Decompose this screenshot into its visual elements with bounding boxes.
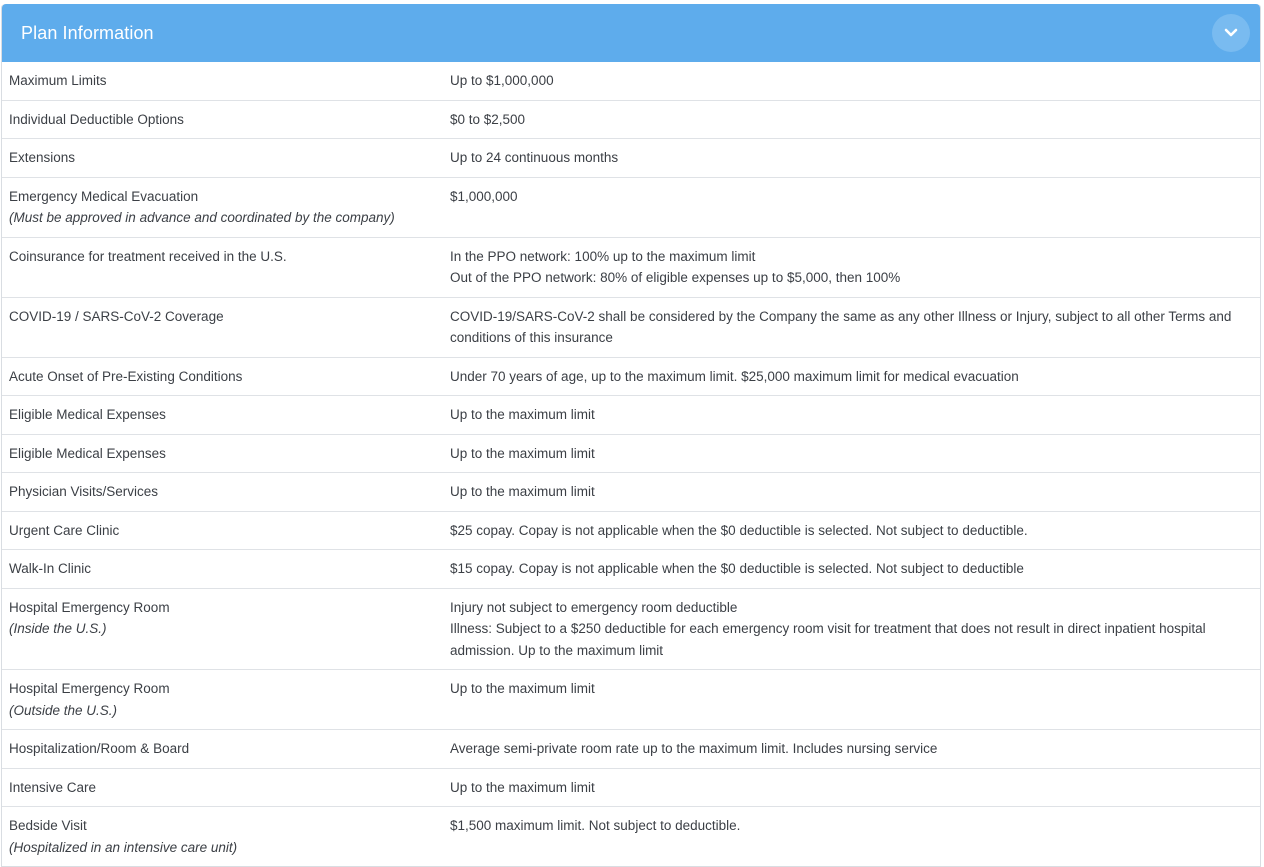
row-label: Hospital Emergency Room [9, 599, 170, 615]
panel-title: Plan Information [21, 22, 154, 43]
table-row: COVID-19 / SARS-CoV-2 Coverage COVID-19/S… [2, 298, 1260, 358]
row-label-cell: Acute Onset of Pre-Existing Conditions [2, 358, 443, 396]
panel-header[interactable]: Plan Information [2, 4, 1260, 62]
row-label: Intensive Care [9, 779, 97, 795]
row-label-note: (Must be approved in advance and coordin… [9, 210, 395, 225]
row-value-cell: In the PPO network: 100% up to the maxim… [443, 238, 1260, 297]
row-label: Physician Visits/Services [9, 484, 159, 499]
row-value: Injury not subject to emergency room ded… [450, 599, 738, 615]
row-value-cell: Injury not subject to emergency room ded… [443, 589, 1260, 670]
table-row: Eligible Medical Expenses Up to the maxim… [2, 435, 1260, 473]
row-label-cell: Intensive Care [2, 769, 443, 807]
table-row: Hospital Emergency Room (Inside the U.S.)… [2, 589, 1260, 670]
row-value-cell: $0 to $2,500 [443, 101, 1260, 139]
table-row: Acute Onset of Pre-Existing Conditions Un… [2, 358, 1260, 396]
row-label-cell: Individual Deductible Options [2, 101, 443, 139]
row-label: COVID-19 / SARS-CoV-2 Coverage [9, 308, 224, 324]
row-value: Up to the maximum limit [450, 445, 595, 461]
row-label: Individual Deductible Options [9, 111, 184, 127]
row-label-note: (Outside the U.S.) [9, 702, 118, 718]
table-row: Urgent Care Clinic $25 copay. Copay is no… [2, 512, 1260, 550]
row-value: Out of the PPO network: 80% of eligible … [450, 270, 901, 285]
table-row: Extensions Up to 24 continuous months [2, 139, 1260, 178]
table-row: Individual Deductible Options $0 to $2,50… [2, 101, 1260, 139]
collapse-toggle-button[interactable] [1212, 14, 1250, 52]
row-value-cell: $1,000,000 [443, 178, 1260, 237]
row-value: $1,500 maximum limit. Not subject to ded… [450, 818, 741, 833]
row-value: $1,000,000 [450, 188, 518, 204]
row-label-cell: Hospital Emergency Room (Inside the U.S.) [2, 589, 443, 670]
row-label-cell: Hospital Emergency Room (Outside the U.S.… [2, 670, 443, 729]
row-value-cell: $15 copay. Copay is not applicable when … [443, 550, 1260, 588]
table-row: Hospitalization/Room & Board Average semi… [2, 730, 1260, 769]
row-label: Coinsurance for treatment received in th… [9, 248, 287, 264]
row-label-cell: Walk-In Clinic [2, 550, 443, 588]
row-value-cell: $1,500 maximum limit. Not subject to ded… [443, 807, 1260, 866]
plan-information-panel: Plan Information Maximum Limits Up to $1,… [1, 4, 1261, 867]
table-row: Emergency Medical Evacuation (Must be app… [2, 178, 1260, 238]
row-value-cell: Up to the maximum limit [443, 435, 1260, 473]
row-label-cell: Urgent Care Clinic [2, 512, 443, 550]
row-label: Acute Onset of Pre-Existing Conditions [9, 368, 243, 384]
row-value: Up to the maximum limit [450, 407, 595, 422]
table-row: Eligible Medical Expenses Up to the maxim… [2, 396, 1260, 435]
row-label-cell: Coinsurance for treatment received in th… [2, 238, 443, 297]
row-label: Bedside Visit [9, 818, 87, 833]
row-value: $15 copay. Copay is not applicable when … [450, 561, 1024, 576]
row-label: Hospital Emergency Room [9, 681, 170, 696]
row-label: Walk-In Clinic [9, 561, 92, 576]
row-label-note: (Hospitalized in an intensive care unit) [9, 839, 238, 855]
row-value: In the PPO network: 100% up to the maxim… [450, 248, 756, 264]
table-row: Coinsurance for treatment received in th… [2, 238, 1260, 298]
row-value-cell: $25 copay. Copay is not applicable when … [443, 512, 1260, 550]
table-row: Intensive Care Up to the maximum limit [2, 769, 1260, 807]
table-row: Hospital Emergency Room (Outside the U.S.… [2, 670, 1260, 730]
row-value-cell: Up to 24 continuous months [443, 139, 1260, 177]
row-label: Eligible Medical Expenses [9, 445, 166, 461]
row-value: Up to the maximum limit [450, 681, 595, 696]
row-label: Urgent Care Clinic [9, 522, 120, 538]
row-label-cell: Maximum Limits [2, 62, 443, 100]
row-value: Up to $1,000,000 [450, 73, 554, 88]
table-row: Physician Visits/Services Up to the maxim… [2, 473, 1260, 512]
row-value-cell: COVID-19/SARS-CoV-2 shall be considered … [443, 298, 1260, 357]
row-value-cell: Up to the maximum limit [443, 473, 1260, 511]
row-value-cell: Up to $1,000,000 [443, 62, 1260, 100]
row-value-cell: Up to the maximum limit [443, 670, 1260, 729]
row-label-cell: Eligible Medical Expenses [2, 435, 443, 473]
row-value: Up to 24 continuous months [450, 150, 619, 165]
chevron-down-icon [1224, 28, 1238, 37]
row-label-cell: Bedside Visit (Hospitalized in an intensi… [2, 807, 443, 866]
row-value-cell: Under 70 years of age, up to the maximum… [443, 358, 1260, 396]
row-label-cell: COVID-19 / SARS-CoV-2 Coverage [2, 298, 443, 357]
row-label: Extensions [9, 150, 76, 165]
row-label-cell: Emergency Medical Evacuation (Must be app… [2, 178, 443, 237]
table-row: Maximum Limits Up to $1,000,000 [2, 62, 1260, 101]
row-value: Up to the maximum limit [450, 484, 595, 499]
table-row: Bedside Visit (Hospitalized in an intensi… [2, 807, 1260, 866]
row-label-cell: Extensions [2, 139, 443, 177]
row-value: $0 to $2,500 [450, 111, 526, 127]
row-value: COVID-19/SARS-CoV-2 shall be considered … [450, 308, 1232, 346]
row-value-cell: Up to the maximum limit [443, 769, 1260, 807]
row-label: Eligible Medical Expenses [9, 407, 166, 422]
row-value-cell: Average semi-private room rate up to the… [443, 730, 1260, 768]
row-value: Illness: Subject to a $250 deductible fo… [450, 621, 1206, 658]
plan-details-table: Maximum Limits Up to $1,000,000 Individual… [2, 62, 1260, 866]
row-label-cell: Physician Visits/Services [2, 473, 443, 511]
row-value-cell: Up to the maximum limit [443, 396, 1260, 434]
row-value: Average semi-private room rate up to the… [450, 741, 938, 756]
table-row: Walk-In Clinic $15 copay. Copay is not ap… [2, 550, 1260, 589]
row-value: Up to the maximum limit [450, 779, 595, 795]
row-label: Maximum Limits [9, 73, 107, 88]
row-label-note: (Inside the U.S.) [9, 621, 107, 636]
row-label-cell: Eligible Medical Expenses [2, 396, 443, 434]
row-value: Under 70 years of age, up to the maximum… [450, 368, 1019, 384]
row-value: $25 copay. Copay is not applicable when … [450, 522, 1028, 538]
row-label: Hospitalization/Room & Board [9, 741, 190, 756]
row-label: Emergency Medical Evacuation [9, 188, 199, 204]
row-label-cell: Hospitalization/Room & Board [2, 730, 443, 768]
